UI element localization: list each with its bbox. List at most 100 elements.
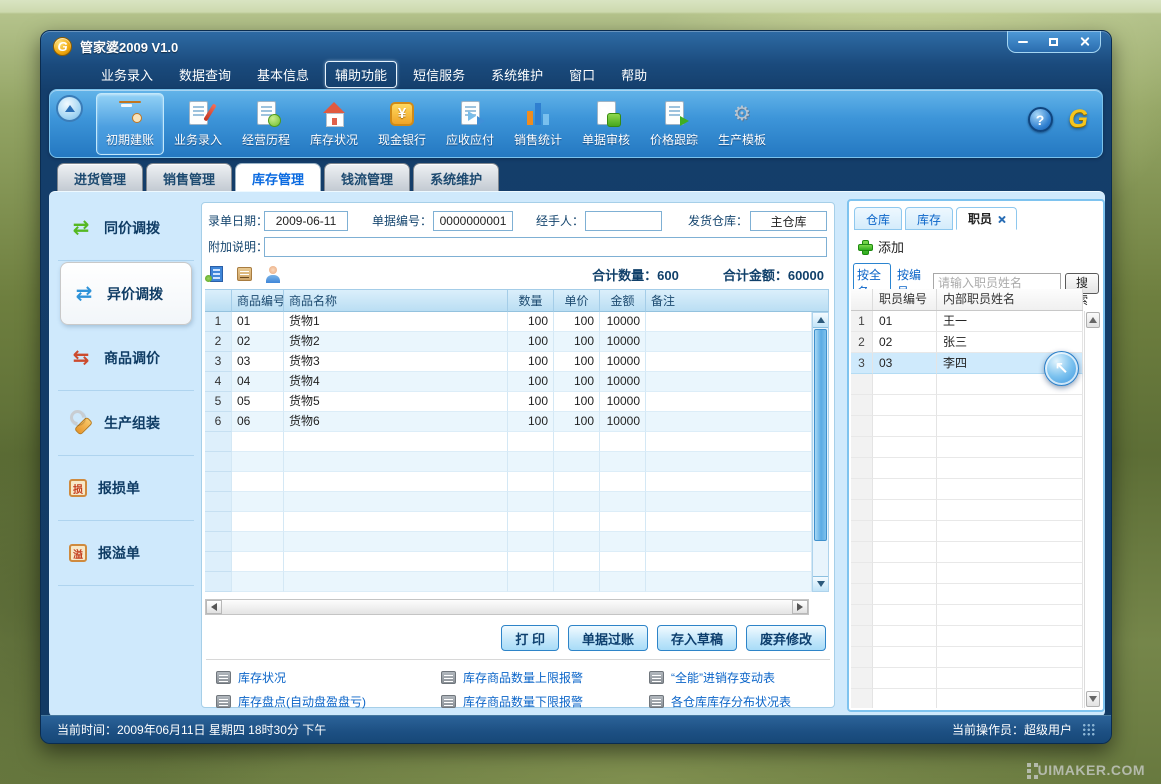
doc-no-label: 单据编号： xyxy=(372,211,432,231)
tab-stock[interactable]: 库存 xyxy=(905,207,953,230)
col-note: 备注 xyxy=(646,289,829,312)
employee-row-empty xyxy=(851,500,1083,521)
toolbar-payables-button[interactable]: 应收应付 xyxy=(436,93,504,155)
handler-input[interactable] xyxy=(585,211,662,231)
sidebar-item-same-price-transfer[interactable]: ⇄ 同价调拨 xyxy=(58,196,194,261)
scroll-down-button[interactable] xyxy=(1086,691,1100,707)
toolbar-price-track-button[interactable]: 价格跟踪 xyxy=(640,93,708,155)
tab-close-icon[interactable] xyxy=(998,215,1005,222)
doc-no-input[interactable] xyxy=(433,211,513,231)
total-amt-label: 合计金额： xyxy=(723,268,788,283)
employee-row-empty xyxy=(851,437,1083,458)
employee-table-header: 职员编号 内部职员姓名 xyxy=(851,289,1083,311)
tab-maintenance[interactable]: 系统维护 xyxy=(413,163,499,191)
help-button[interactable]: ? xyxy=(1028,107,1053,132)
employee-picker-icon[interactable] xyxy=(266,266,280,283)
note-input[interactable] xyxy=(264,237,827,257)
sidebar-item-loss-report[interactable]: 损 报损单 xyxy=(58,456,194,521)
menu-item-sms[interactable]: 短信服务 xyxy=(403,61,475,88)
arrow-up-icon xyxy=(1089,317,1097,323)
link-warehouse-distribution[interactable]: 各仓库库存分布状况表 xyxy=(649,693,828,710)
table-row[interactable]: 505货物510010010000 xyxy=(205,392,812,412)
scroll-up-button[interactable] xyxy=(813,313,828,328)
sidebar-item-diff-price-transfer[interactable]: ⇄ 异价调拨 xyxy=(60,262,192,325)
current-time-text: 当前时间：2009年06月11日 星期四 18时30分 下午 xyxy=(57,721,326,738)
minimize-button[interactable] xyxy=(1010,34,1036,50)
sidebar-item-overflow-report[interactable]: 溢 报溢单 xyxy=(58,521,194,586)
toolbar-production-template-button[interactable]: ⚙ 生产模板 xyxy=(708,93,776,155)
link-stock-status[interactable]: 库存状况 xyxy=(216,669,441,686)
horizontal-scrollbar[interactable] xyxy=(205,599,809,615)
menu-item-data-query[interactable]: 数据查询 xyxy=(169,61,241,88)
sidebar-item-assembly[interactable]: 生产组装 xyxy=(58,391,194,456)
employee-row[interactable]: 101王一 xyxy=(851,311,1083,332)
save-draft-button[interactable]: 存入草稿 xyxy=(657,625,737,651)
col-qty: 数量 xyxy=(508,289,554,312)
panel-close-button[interactable] xyxy=(1088,204,1097,222)
table-row-empty xyxy=(205,572,812,592)
toolbar-cash-bank-button[interactable]: ¥ 现金银行 xyxy=(368,93,436,155)
table-row[interactable]: 404货物410010010000 xyxy=(205,372,812,392)
goods-picker-icon[interactable] xyxy=(237,267,252,281)
link-upper-limit-alert[interactable]: 库存商品数量上限报警 xyxy=(441,669,649,686)
table-row[interactable]: 202货物210010010000 xyxy=(205,332,812,352)
table-row[interactable]: 303货物310010010000 xyxy=(205,352,812,372)
toolbar-buttons: 初期建账 业务录入 经营历程 库存状况 ¥ 现金银行 应收应付 xyxy=(96,93,776,155)
collapse-toolbar-button[interactable] xyxy=(56,95,83,122)
tab-cashflow[interactable]: 钱流管理 xyxy=(324,163,410,191)
menu-item-auxiliary[interactable]: 辅助功能 xyxy=(325,61,397,88)
toolbar-history-button[interactable]: 经营历程 xyxy=(232,93,300,155)
cash-yen-icon: ¥ xyxy=(390,102,414,126)
toolbar-stock-status-button[interactable]: 库存状况 xyxy=(300,93,368,155)
app-window: G 管家婆2009 V1.0 业务录入 数据查询 基本信息 辅助功能 短信服务 … xyxy=(40,30,1112,744)
menu-item-help[interactable]: 帮助 xyxy=(611,61,657,88)
toolbar-audit-button[interactable]: 单据审核 xyxy=(572,93,640,155)
link-lower-limit-alert[interactable]: 库存商品数量下限报警 xyxy=(441,693,649,710)
toolbar-business-entry-button[interactable]: 业务录入 xyxy=(164,93,232,155)
plus-icon xyxy=(858,240,871,253)
scroll-up-button[interactable] xyxy=(1086,312,1100,328)
add-row[interactable]: 添加 xyxy=(858,237,904,256)
scrollbar-thumb[interactable] xyxy=(814,329,827,541)
close-button[interactable] xyxy=(1072,34,1098,50)
scroll-right-button[interactable] xyxy=(792,600,808,614)
report-icon xyxy=(216,671,231,684)
tab-employee[interactable]: 职员 xyxy=(956,207,1017,230)
sidebar-item-price-adjust[interactable]: ⇆ 商品调价 xyxy=(58,326,194,391)
discard-changes-button[interactable]: 废弃修改 xyxy=(746,625,826,651)
employee-row[interactable]: 202张三 xyxy=(851,332,1083,353)
close-icon xyxy=(1079,36,1090,47)
link-stocktake[interactable]: 库存盘点(自动盘盈盘亏) xyxy=(216,693,441,710)
menu-item-business-entry[interactable]: 业务录入 xyxy=(91,61,163,88)
employee-row-empty xyxy=(851,605,1083,626)
tab-inventory[interactable]: 库存管理 xyxy=(235,163,321,191)
employee-row-empty xyxy=(851,689,1083,708)
resize-grip[interactable] xyxy=(1082,723,1095,736)
arrow-down-icon xyxy=(1089,696,1097,702)
menu-item-system[interactable]: 系统维护 xyxy=(481,61,553,88)
employee-scrollbar[interactable] xyxy=(1084,311,1101,708)
warehouse-picker-icon[interactable] xyxy=(210,266,223,282)
tab-warehouse[interactable]: 仓库 xyxy=(854,207,902,230)
link-allinone-report[interactable]: “全能”进销存变动表 xyxy=(649,669,828,686)
table-row[interactable]: 606货物610010010000 xyxy=(205,412,812,432)
date-label: 录单日期： xyxy=(208,211,268,231)
warehouse-icon xyxy=(321,101,348,127)
menu-item-window[interactable]: 窗口 xyxy=(559,61,605,88)
scroll-left-button[interactable] xyxy=(206,600,222,614)
maximize-button[interactable] xyxy=(1041,34,1067,50)
scroll-down-button[interactable] xyxy=(813,576,828,591)
menu-item-basic-info[interactable]: 基本信息 xyxy=(247,61,319,88)
table-row[interactable]: 101货物110010010000 xyxy=(205,312,812,332)
date-input[interactable] xyxy=(264,211,348,231)
tab-sales[interactable]: 销售管理 xyxy=(146,163,232,191)
toolbar-initial-setup-button[interactable]: 初期建账 xyxy=(96,93,164,155)
tab-purchase[interactable]: 进货管理 xyxy=(57,163,143,191)
transfer-icon: ⇄ xyxy=(72,283,96,305)
print-button[interactable]: 打 印 xyxy=(501,625,559,651)
post-voucher-button[interactable]: 单据过账 xyxy=(568,625,648,651)
toolbar-sales-stats-button[interactable]: 销售统计 xyxy=(504,93,572,155)
vertical-scrollbar[interactable] xyxy=(812,312,829,592)
warehouse-input[interactable] xyxy=(750,211,827,231)
minimize-icon xyxy=(1018,41,1028,43)
